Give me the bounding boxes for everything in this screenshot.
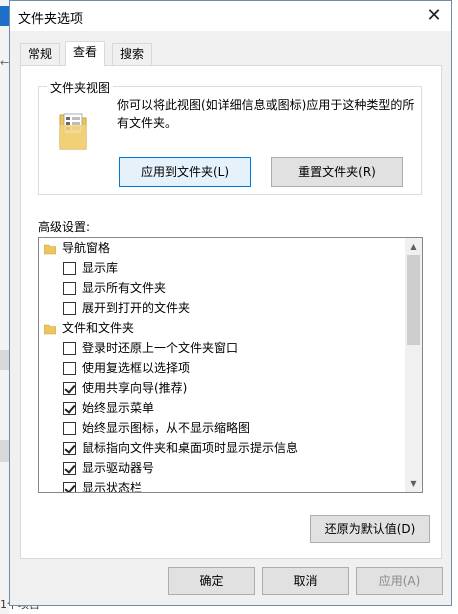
settings-checkbox[interactable] bbox=[63, 262, 76, 275]
settings-check-item[interactable]: 始终显示菜单 bbox=[39, 398, 405, 418]
folder-view-icon bbox=[59, 113, 87, 150]
apply-to-folders-button[interactable]: 应用到文件夹(L) bbox=[119, 157, 251, 187]
ok-button[interactable]: 确定 bbox=[168, 567, 255, 595]
settings-check-item[interactable]: 使用共享向导(推荐) bbox=[39, 378, 405, 398]
scroll-thumb[interactable] bbox=[407, 255, 420, 345]
tab-search[interactable]: 搜索 bbox=[112, 43, 153, 65]
advanced-settings-items: 导航窗格显示库显示所有文件夹展开到打开的文件夹文件和文件夹登录时还原上一个文件夹… bbox=[39, 238, 405, 492]
settings-check-label: 显示库 bbox=[82, 261, 119, 275]
settings-group-label: 文件和文件夹 bbox=[62, 321, 135, 335]
cancel-button[interactable]: 取消 bbox=[262, 567, 349, 595]
settings-check-label: 显示状态栏 bbox=[82, 481, 143, 492]
settings-check-item[interactable]: 显示驱动器号 bbox=[39, 458, 405, 478]
folder-views-description: 你可以将此视图(如详细信息或图标)应用于这种类型的所有文件夹。 bbox=[117, 98, 415, 130]
settings-check-item[interactable]: 展开到打开的文件夹 bbox=[39, 298, 405, 318]
restore-defaults-button[interactable]: 还原为默认值(D) bbox=[310, 515, 430, 543]
settings-check-label: 显示驱动器号 bbox=[82, 461, 155, 475]
reset-folders-button[interactable]: 重置文件夹(R) bbox=[271, 157, 403, 187]
vertical-scrollbar[interactable]: ▲ ▼ bbox=[405, 238, 422, 492]
settings-checkbox[interactable] bbox=[63, 462, 76, 475]
settings-checkbox[interactable] bbox=[63, 282, 76, 295]
settings-group: 导航窗格 bbox=[39, 238, 405, 258]
settings-checkbox[interactable] bbox=[63, 342, 76, 355]
settings-group-label: 导航窗格 bbox=[62, 241, 111, 255]
settings-checkbox[interactable] bbox=[63, 442, 76, 455]
settings-check-item[interactable]: 显示所有文件夹 bbox=[39, 278, 405, 298]
advanced-settings-label: 高级设置: bbox=[38, 220, 91, 234]
settings-group: 文件和文件夹 bbox=[39, 318, 405, 338]
background-highlight bbox=[0, 6, 9, 26]
folder-options-dialog: 文件夹选项 ✕ 常规 查看 搜索 文件夹视图 你可以将此视图(如详细信息或图标)… bbox=[9, 0, 452, 606]
scroll-down-arrow-icon[interactable]: ▼ bbox=[405, 475, 422, 492]
tab-general[interactable]: 常规 bbox=[20, 43, 61, 65]
close-icon: ✕ bbox=[426, 5, 442, 26]
settings-check-item[interactable]: 登录时还原上一个文件夹窗口 bbox=[39, 338, 405, 358]
apply-button[interactable]: 应用(A) bbox=[356, 567, 443, 595]
settings-check-label: 始终显示图标，从不显示缩略图 bbox=[82, 421, 251, 435]
advanced-settings-list[interactable]: 导航窗格显示库显示所有文件夹展开到打开的文件夹文件和文件夹登录时还原上一个文件夹… bbox=[38, 237, 423, 493]
background-window bbox=[0, 0, 9, 614]
settings-check-label: 使用复选框以选择项 bbox=[82, 361, 191, 375]
close-button[interactable]: ✕ bbox=[417, 1, 451, 31]
settings-check-label: 显示所有文件夹 bbox=[82, 281, 167, 295]
settings-check-label: 展开到打开的文件夹 bbox=[82, 301, 191, 315]
settings-checkbox[interactable] bbox=[63, 382, 76, 395]
settings-checkbox[interactable] bbox=[63, 402, 76, 415]
title-bar: 文件夹选项 ✕ bbox=[10, 1, 451, 31]
settings-check-label: 登录时还原上一个文件夹窗口 bbox=[82, 341, 239, 355]
folder-views-group: 文件夹视图 你可以将此视图(如详细信息或图标)应用于这种类型的所有文件夹。 应用… bbox=[38, 79, 422, 195]
settings-check-item[interactable]: 显示状态栏 bbox=[39, 478, 405, 492]
view-tab-panel: 文件夹视图 你可以将此视图(如详细信息或图标)应用于这种类型的所有文件夹。 应用… bbox=[20, 65, 442, 559]
settings-checkbox[interactable] bbox=[63, 302, 76, 315]
settings-check-item[interactable]: 使用复选框以选择项 bbox=[39, 358, 405, 378]
settings-checkbox[interactable] bbox=[63, 482, 76, 492]
tab-view[interactable]: 查看 bbox=[65, 41, 106, 66]
settings-checkbox[interactable] bbox=[63, 422, 76, 435]
settings-check-label: 始终显示菜单 bbox=[82, 401, 155, 415]
settings-checkbox[interactable] bbox=[63, 362, 76, 375]
back-arrow-icon: ← bbox=[0, 56, 10, 69]
settings-check-item[interactable]: 始终显示图标，从不显示缩略图 bbox=[39, 418, 405, 438]
scroll-up-arrow-icon[interactable]: ▲ bbox=[405, 238, 422, 255]
dialog-title: 文件夹选项 bbox=[18, 12, 84, 27]
background-row bbox=[0, 350, 9, 370]
settings-check-item[interactable]: 鼠标指向文件夹和桌面项时显示提示信息 bbox=[39, 438, 405, 458]
background-row bbox=[0, 440, 9, 462]
settings-check-label: 使用共享向导(推荐) bbox=[82, 381, 188, 395]
settings-check-label: 鼠标指向文件夹和桌面项时显示提示信息 bbox=[82, 441, 299, 455]
settings-check-item[interactable]: 显示库 bbox=[39, 258, 405, 278]
folder-views-legend: 文件夹视图 bbox=[47, 79, 114, 96]
